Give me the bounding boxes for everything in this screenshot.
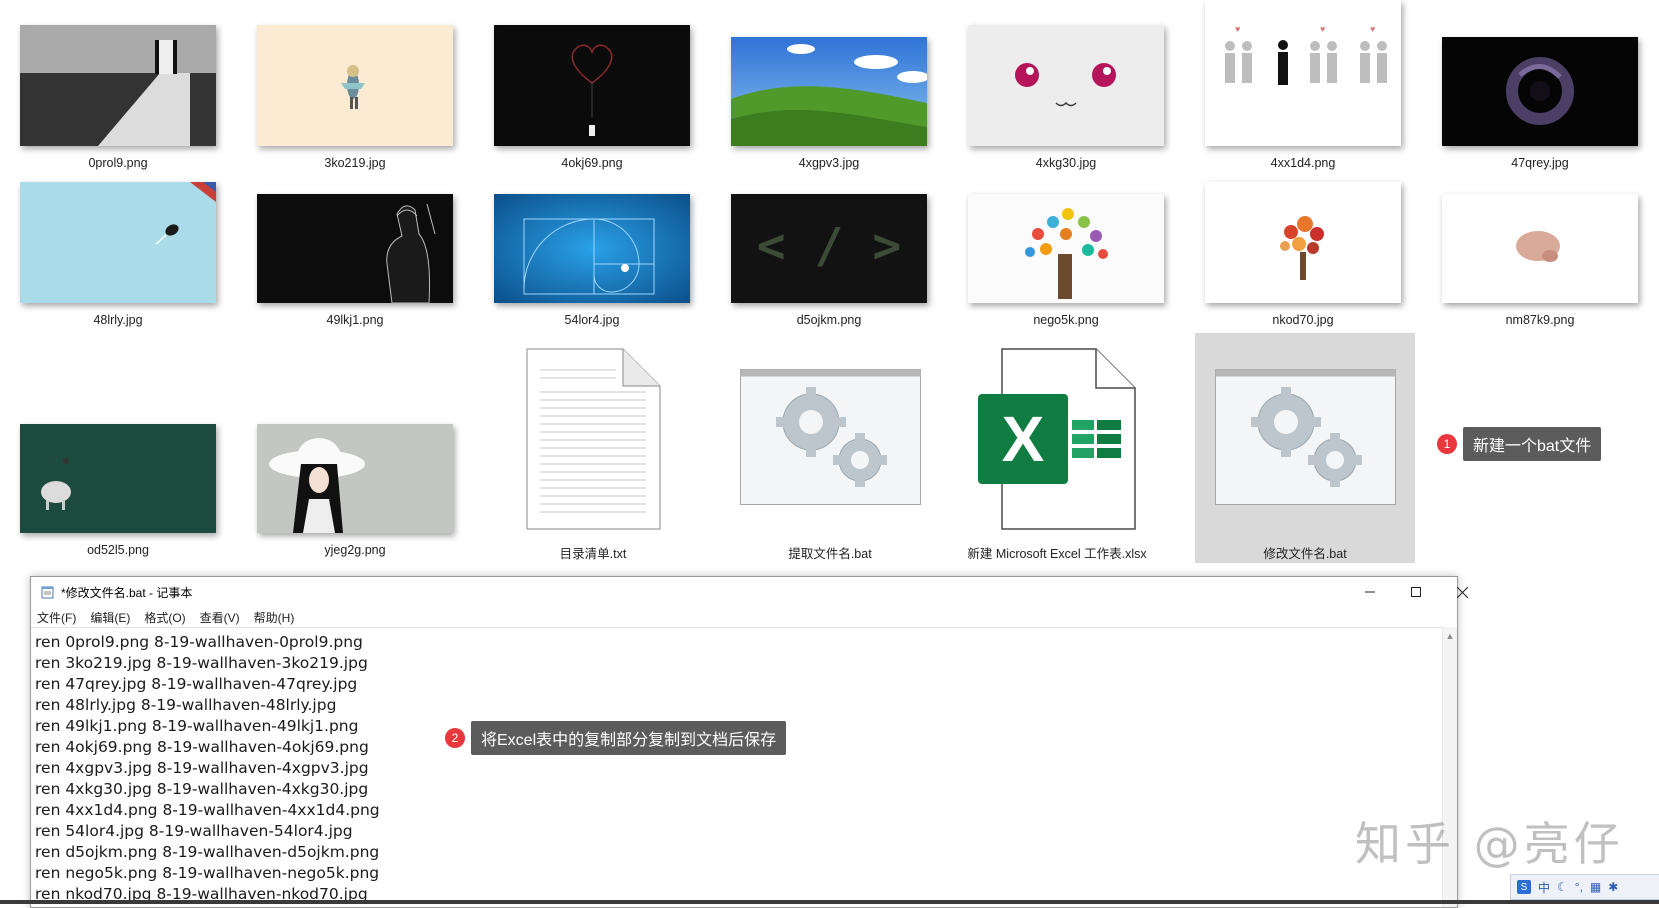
maximize-button[interactable] — [1393, 577, 1439, 607]
image-thumbnail — [257, 194, 453, 303]
file-name: 4okj69.png — [561, 156, 623, 170]
image-thumbnail — [494, 194, 690, 303]
file-name: 提取文件名.bat — [788, 547, 872, 561]
file-name: 54lor4.jpg — [564, 313, 620, 327]
text-line: ren 4xgpv3.jpg 8-19-wallhaven-4xgpv3.jpg — [35, 759, 369, 777]
text-line: ren 3ko219.jpg 8-19-wallhaven-3ko219.jpg — [35, 654, 368, 672]
menu-edit[interactable]: 编辑(E) — [90, 609, 130, 626]
watermark: 知乎 @亮仔 — [1355, 817, 1624, 871]
text-line: ren 4xkg30.jpg 8-19-wallhaven-4xkg30.jpg — [35, 780, 369, 798]
title-bar[interactable]: *修改文件名.bat - 记事本 — [31, 577, 1468, 607]
file-name: 0prol9.png — [88, 156, 148, 170]
screen-bottom-edge — [0, 900, 1659, 904]
svg-text:X: X — [1002, 403, 1045, 475]
moon-icon[interactable]: ☾ — [1557, 880, 1568, 894]
file-name: nkod70.jpg — [1272, 313, 1334, 327]
image-thumbnail — [494, 25, 690, 146]
window-title: *修改文件名.bat - 记事本 — [61, 585, 193, 600]
text-line: ren 54lor4.jpg 8-19-wallhaven-54lor4.jpg — [35, 822, 353, 840]
image-thumbnail: ♥ ♥ ♥ — [1205, 0, 1401, 146]
menu-file[interactable]: 文件(F) — [37, 609, 76, 626]
image-thumbnail — [1442, 37, 1638, 146]
file-name: 目录清单.txt — [559, 547, 627, 561]
keyboard-icon[interactable]: ▦ — [1590, 880, 1601, 894]
text-line: ren 47qrey.jpg 8-19-wallhaven-47qrey.jpg — [35, 675, 358, 693]
image-thumbnail — [257, 424, 453, 533]
annotation-callout-2: 2 将Excel表中的复制部分复制到文档后保存 — [445, 721, 787, 755]
callout-number: 2 — [445, 728, 465, 748]
menu-view[interactable]: 查看(V) — [200, 609, 240, 626]
text-file-icon — [526, 348, 661, 535]
fullwidth-icon[interactable]: ✱ — [1608, 880, 1618, 894]
svg-text:< / >: < / > — [757, 218, 902, 274]
file-name: 47qrey.jpg — [1511, 156, 1569, 170]
text-line: ren d5ojkm.png 8-19-wallhaven-d5ojkm.png — [35, 843, 380, 861]
svg-text:♥: ♥ — [1370, 24, 1375, 34]
close-icon — [1456, 586, 1468, 598]
file-name: 4xkg30.jpg — [1035, 156, 1097, 170]
close-button[interactable] — [1439, 577, 1485, 607]
file-name: nego5k.png — [1033, 313, 1099, 327]
text-line: ren nego5k.png 8-19-wallhaven-nego5k.png — [35, 864, 380, 882]
callout-text: 将Excel表中的复制部分复制到文档后保存 — [471, 721, 787, 755]
image-thumbnail — [968, 194, 1164, 303]
callout-number: 1 — [1437, 434, 1457, 454]
file-name: nm87k9.png — [1505, 313, 1575, 327]
text-editor[interactable]: ren 0prol9.png 8-19-wallhaven-0prol9.png… — [31, 627, 1443, 907]
menu-help[interactable]: 帮助(H) — [254, 609, 295, 626]
text-line: ren 4xx1d4.png 8-19-wallhaven-4xx1d4.png — [35, 801, 380, 819]
file-name: 48lrly.jpg — [93, 313, 143, 327]
scroll-up-icon[interactable]: ▲ — [1443, 631, 1457, 641]
file-name: 修改文件名.bat — [1263, 547, 1347, 561]
file-name: 49lkj1.png — [326, 313, 384, 327]
image-thumbnail — [1205, 182, 1401, 303]
svg-text:♥: ♥ — [1235, 24, 1240, 34]
minimize-icon — [1365, 591, 1375, 593]
image-thumbnail: < / > — [731, 194, 927, 303]
text-line: ren 0prol9.png 8-19-wallhaven-0prol9.png — [35, 633, 363, 651]
excel-file-icon: X — [978, 348, 1136, 535]
ime-mode[interactable]: 中 — [1538, 879, 1550, 896]
minimize-button[interactable] — [1347, 577, 1393, 607]
file-name: yjeg2g.png — [324, 543, 386, 557]
file-name: 3ko219.jpg — [324, 156, 386, 170]
notepad-icon — [41, 586, 54, 599]
file-name: 4xx1d4.png — [1270, 156, 1336, 170]
callout-text: 新建一个bat文件 — [1463, 427, 1602, 461]
menu-format[interactable]: 格式(O) — [144, 609, 185, 626]
file-name: od52l5.png — [87, 543, 149, 557]
menu-bar: 文件(F) 编辑(E) 格式(O) 查看(V) 帮助(H) — [31, 607, 1457, 627]
image-thumbnail — [20, 182, 216, 303]
image-thumbnail — [1442, 194, 1638, 303]
image-thumbnail — [20, 25, 216, 146]
image-thumbnail — [731, 37, 927, 146]
batch-file-icon — [1215, 369, 1396, 510]
ime-toolbar[interactable]: S 中 ☾ °, ▦ ✱ — [1510, 874, 1659, 900]
image-thumbnail — [968, 25, 1164, 146]
image-thumbnail — [257, 25, 453, 146]
ime-logo-icon[interactable]: S — [1517, 880, 1531, 894]
file-name: 4xgpv3.jpg — [798, 156, 860, 170]
file-name: d5ojkm.png — [796, 313, 862, 327]
maximize-icon — [1411, 587, 1421, 597]
svg-text:♥: ♥ — [1320, 24, 1325, 34]
batch-file-icon — [740, 369, 921, 510]
text-line: ren 48lrly.jpg 8-19-wallhaven-48lrly.jpg — [35, 696, 337, 714]
punctuation-icon[interactable]: °, — [1575, 880, 1583, 894]
file-name: 新建 Microsoft Excel 工作表.xlsx — [967, 547, 1147, 561]
image-thumbnail — [20, 424, 216, 533]
annotation-callout-1: 1 新建一个bat文件 — [1437, 427, 1602, 461]
